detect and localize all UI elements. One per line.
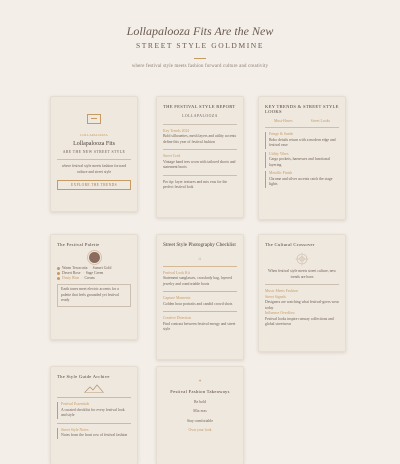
section-text: Bold silhouettes, mesh layers and utilit… bbox=[163, 134, 237, 144]
section-text: Statement sunglasses, crossbody bag, lay… bbox=[163, 276, 232, 286]
archive-text: Notes from the front row of festival fas… bbox=[61, 433, 128, 437]
star-icon: ✦ bbox=[198, 379, 202, 383]
card-archive: The Style Guide Archive Festival Essenti… bbox=[50, 366, 138, 464]
section-text: Find contrast between festival energy an… bbox=[163, 321, 236, 332]
divider bbox=[163, 174, 237, 176]
page-title: Lollapalooza Fits Are the New bbox=[126, 24, 274, 38]
divider bbox=[57, 159, 131, 161]
takeaway-item: Own your look bbox=[188, 428, 212, 432]
logo-badge bbox=[57, 111, 131, 129]
card-palette: The Festival Palette Warm Terracotta · S… bbox=[50, 234, 138, 340]
card-photo-checklist: Street Style Photography Checklist ⌂ Fes… bbox=[156, 234, 244, 360]
compass-icon bbox=[295, 252, 309, 266]
subheading-right: Street Looks bbox=[310, 119, 330, 123]
palette-item: Cream bbox=[84, 276, 95, 280]
section-text: Designers are watching what festival-goe… bbox=[265, 300, 339, 310]
camera-icon: ⌂ bbox=[198, 256, 202, 262]
section-text: Vintage band tees worn with tailored sho… bbox=[163, 159, 236, 170]
separator: · bbox=[81, 276, 83, 280]
card-text: where festival style meets fashion forwa… bbox=[61, 164, 127, 174]
divider bbox=[265, 127, 339, 128]
divider bbox=[265, 284, 339, 285]
divider bbox=[163, 265, 237, 267]
card-title: The Festival Palette bbox=[57, 242, 100, 247]
card-report: THE FESTIVAL STYLE REPORT LOLLAPALOOZA K… bbox=[156, 96, 244, 218]
divider bbox=[163, 123, 237, 125]
trend-text: Boho details return with a modern edge a… bbox=[269, 137, 336, 148]
title-divider bbox=[194, 58, 206, 59]
palette-item: Sunset Gold bbox=[92, 266, 112, 270]
card-takeaways: ✦ Festival Fashion Takeaways Be bold Mix… bbox=[156, 366, 244, 464]
archive-text: A curated checklist for every festival l… bbox=[61, 407, 125, 418]
mountain-icon bbox=[84, 384, 104, 393]
separator: · bbox=[82, 271, 84, 275]
palette-item: Warm Terracotta bbox=[62, 266, 88, 270]
divider bbox=[163, 311, 237, 313]
section-text: Festival looks inspire runway collection… bbox=[265, 316, 334, 327]
center-label: LOLLAPALOOZA bbox=[182, 114, 218, 118]
card-title: Festival Fashion Takeaways bbox=[170, 388, 230, 394]
section-text: Pro tip: layer textures and mix eras for… bbox=[163, 179, 228, 190]
trend-text: Chrome and silver accents catch the stag… bbox=[269, 176, 333, 187]
palette-item: Dusty Blue bbox=[62, 276, 80, 280]
takeaway-item: Stay comfortable bbox=[186, 418, 214, 423]
dot-icon bbox=[57, 266, 60, 270]
trend-block: Fringe & Suede Boho details return with … bbox=[265, 132, 339, 149]
trend-block: Metallic Finish Chrome and silver accent… bbox=[265, 171, 339, 188]
takeaway-item: Be bold bbox=[194, 399, 206, 404]
trend-text: Cargo pockets, harnesses and functional … bbox=[269, 157, 330, 167]
palette-item: Sage Green bbox=[85, 271, 104, 275]
separator: · bbox=[89, 266, 91, 270]
card-title: The Style Guide Archive bbox=[57, 374, 110, 379]
card-crossover: The Cultural Crossover When festival sty… bbox=[258, 234, 346, 352]
subheading-left: Must-Haves bbox=[274, 119, 293, 123]
card-title: Street Style Photography Checklist bbox=[163, 242, 236, 248]
divider bbox=[163, 149, 237, 150]
trend-block: Utility Vibes Cargo pockets, harnesses a… bbox=[265, 151, 339, 168]
palette-row: Dusty Blue · Cream bbox=[57, 276, 131, 280]
takeaway-item: Mix eras bbox=[193, 409, 207, 413]
divider bbox=[163, 291, 237, 293]
palette-item: Desert Rose bbox=[62, 271, 81, 275]
divider bbox=[57, 422, 131, 424]
page-subtitle: STREET STYLE GOLDMINE bbox=[135, 41, 265, 50]
intro-text: When festival style meets street culture… bbox=[267, 269, 336, 279]
palette-row: Warm Terracotta · Sunset Gold bbox=[57, 266, 131, 270]
logo-frame bbox=[87, 114, 101, 124]
tagline: where festival style meets fashion forwa… bbox=[131, 64, 269, 69]
card-intro: LOLLAPALOOZA Lollapalooza Fits ARE THE N… bbox=[50, 96, 138, 212]
divider bbox=[57, 397, 131, 398]
dot-icon bbox=[57, 271, 60, 275]
card-title: KEY TRENDS & STREET STYLE LOOKS bbox=[265, 104, 339, 114]
subheadings: Must-Haves Street Looks bbox=[265, 119, 339, 123]
archive-block: Street Style Notes Notes from the front … bbox=[57, 427, 131, 439]
section-text: Golden hour portraits and candid crowd s… bbox=[163, 301, 233, 306]
card-title: THE FESTIVAL STYLE REPORT bbox=[163, 104, 236, 109]
small-top-label: LOLLAPALOOZA bbox=[80, 133, 108, 137]
card-heading: Lollapalooza Fits bbox=[73, 141, 115, 148]
card-subheading: ARE THE NEW STREET STYLE bbox=[62, 149, 126, 154]
card-title: The Cultural Crossover bbox=[265, 242, 315, 247]
palette-note: Earth tones meet electric accents for a … bbox=[57, 284, 131, 307]
color-swatch bbox=[86, 250, 102, 265]
palette-row: Desert Rose · Sage Green bbox=[57, 271, 131, 275]
archive-block: Festival Essentials A curated checklist … bbox=[57, 402, 131, 419]
card-trends: KEY TRENDS & STREET STYLE LOOKS Must-Hav… bbox=[258, 96, 346, 220]
dot-icon bbox=[57, 276, 60, 280]
explore-button[interactable]: EXPLORE THE TRENDS bbox=[57, 180, 131, 191]
